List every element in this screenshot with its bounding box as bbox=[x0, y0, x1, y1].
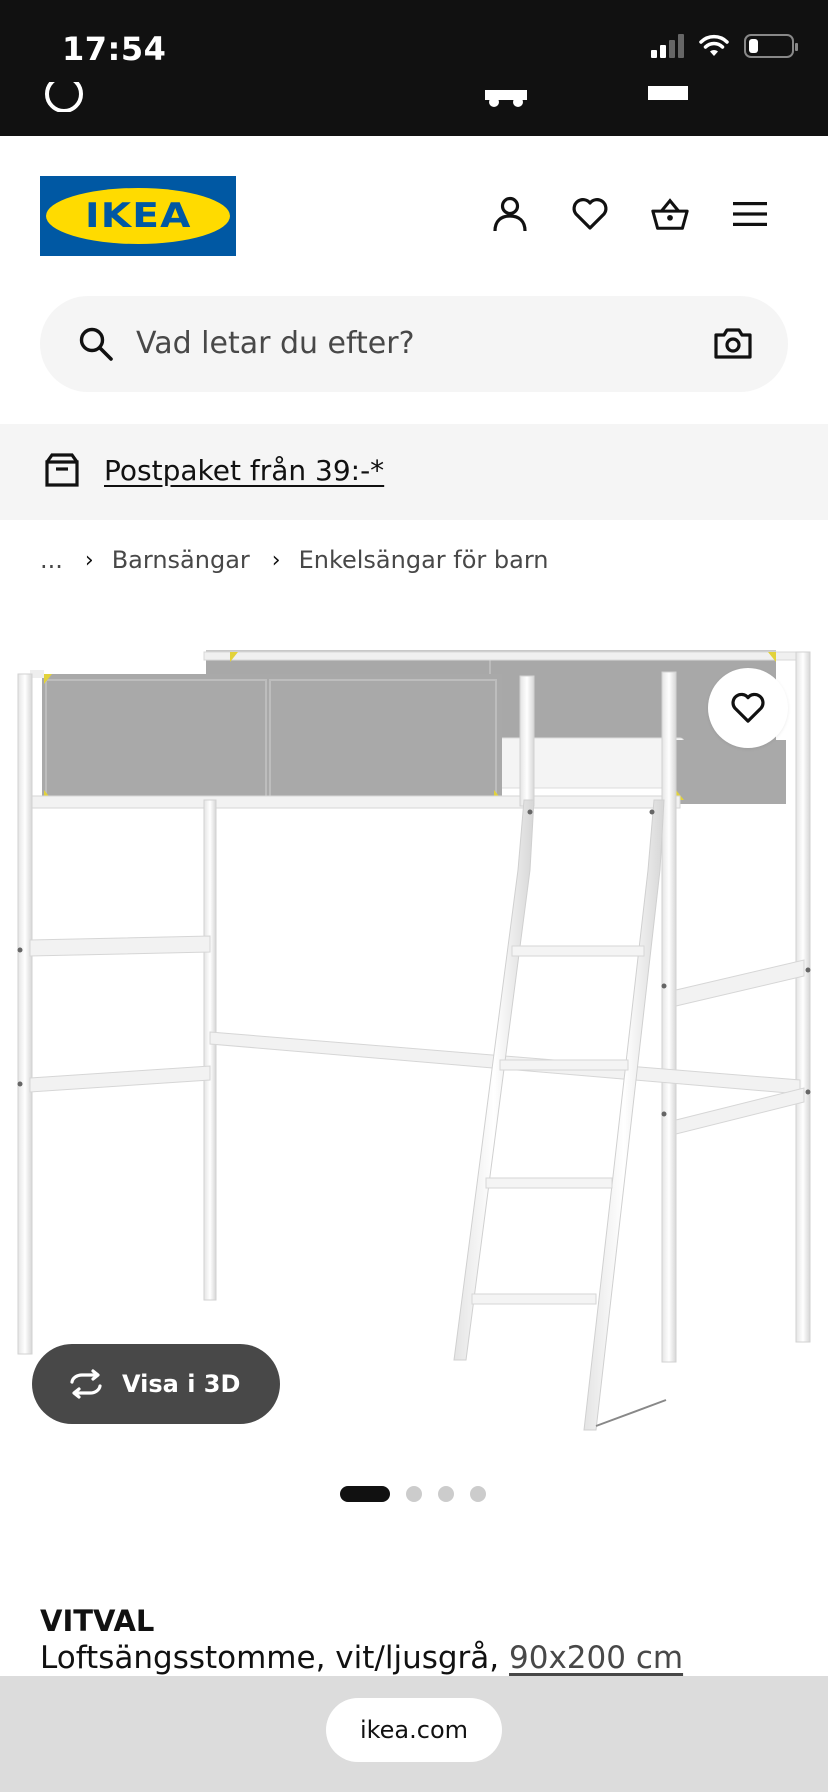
product-size-link[interactable]: 90x200 cm bbox=[509, 1640, 683, 1676]
browser-toolbar: ikea.com bbox=[0, 1676, 828, 1792]
search-icon bbox=[79, 327, 113, 361]
scrolled-utility-strip bbox=[45, 82, 688, 112]
breadcrumb-ellipsis[interactable]: ... bbox=[40, 546, 63, 574]
logo-text: IKEA bbox=[84, 196, 192, 236]
product-image[interactable] bbox=[0, 640, 828, 1440]
breadcrumb: ... › Barnsängar › Enkelsängar för barn bbox=[40, 546, 549, 574]
search-input[interactable]: Vad letar du efter? bbox=[136, 326, 415, 361]
gallery-pagination bbox=[340, 1486, 486, 1502]
camera-icon[interactable] bbox=[714, 326, 752, 360]
site-header: IKEA bbox=[0, 136, 828, 286]
breadcrumb-item-enkelsangar[interactable]: Enkelsängar för barn bbox=[299, 546, 549, 574]
rotate-3d-icon bbox=[70, 1369, 102, 1399]
wifi-icon bbox=[699, 34, 729, 56]
user-icon[interactable] bbox=[490, 194, 530, 234]
shipping-link[interactable]: Postpaket från 39:-* bbox=[104, 454, 384, 487]
address-bar[interactable]: ikea.com bbox=[326, 1698, 502, 1762]
gallery-dot-4[interactable] bbox=[470, 1486, 486, 1502]
cellular-signal-icon bbox=[651, 34, 684, 58]
basket-icon[interactable] bbox=[650, 194, 690, 234]
ikea-logo[interactable]: IKEA bbox=[40, 176, 236, 256]
menu-icon[interactable] bbox=[730, 194, 770, 234]
product-description: Loftsängsstomme, vit/ljusgrå, 90x200 cm bbox=[40, 1640, 683, 1676]
add-to-favourites-button[interactable] bbox=[708, 668, 788, 748]
view-in-3d-button[interactable]: Visa i 3D bbox=[32, 1344, 280, 1424]
chevron-right-icon: › bbox=[84, 547, 94, 573]
product-description-text: Loftsängsstomme, vit/ljusgrå, bbox=[40, 1640, 500, 1676]
breadcrumb-item-barnsangar[interactable]: Barnsängar bbox=[112, 546, 250, 574]
view-in-3d-label: Visa i 3D bbox=[122, 1370, 241, 1398]
heart-icon[interactable] bbox=[570, 194, 610, 234]
chevron-right-icon: › bbox=[271, 547, 281, 573]
status-time: 17:54 bbox=[62, 30, 167, 68]
status-icons bbox=[651, 34, 798, 58]
heart-icon bbox=[731, 692, 765, 723]
gallery-dot-1[interactable] bbox=[340, 1486, 390, 1502]
gallery-dot-2[interactable] bbox=[406, 1486, 422, 1502]
product-name: VITVAL bbox=[40, 1604, 155, 1638]
parcel-icon bbox=[45, 453, 79, 487]
search-bar[interactable]: Vad letar du efter? bbox=[40, 296, 788, 392]
gallery-dot-3[interactable] bbox=[438, 1486, 454, 1502]
battery-icon bbox=[744, 34, 798, 58]
status-bar: 17:54 bbox=[0, 0, 828, 136]
header-actions bbox=[490, 194, 770, 234]
shipping-banner: Postpaket från 39:-* bbox=[0, 424, 828, 520]
